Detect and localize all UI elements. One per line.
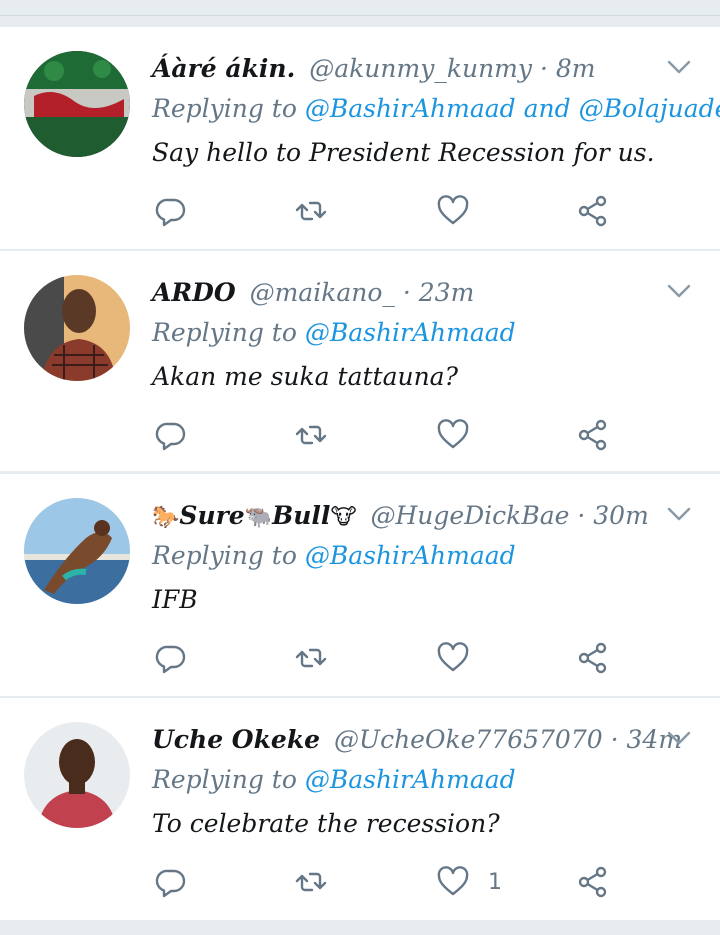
replying-to: Replying to @BashirAhmaad <box>152 540 516 572</box>
divider <box>0 15 720 16</box>
timestamp[interactable]: 23m <box>419 278 475 307</box>
tweet-actions <box>152 193 622 233</box>
share-button[interactable] <box>576 640 610 676</box>
tweet-header: ARDO @maikano_ · 23m <box>152 277 650 309</box>
tweet-reply[interactable]: ARDO @maikano_ · 23m Replying to @Bashir… <box>0 251 720 471</box>
avatar[interactable] <box>24 498 130 604</box>
tweet-header: 🐎Sure🐃Bull🐮 @HugeDickBae · 30m <box>152 500 650 534</box>
replying-to: Replying to @BashirAhmaad <box>152 764 516 796</box>
reply-button[interactable] <box>154 640 188 676</box>
tweet-text: To celebrate the recession? <box>152 809 500 838</box>
chevron-down-icon[interactable] <box>666 504 692 524</box>
tweet-text: Akan me suka tattauna? <box>152 362 458 391</box>
retweet-icon <box>295 648 327 668</box>
user-handle[interactable]: @maikano_ <box>250 278 395 307</box>
separator: · <box>539 54 548 83</box>
retweet-button[interactable] <box>294 417 328 453</box>
like-icon <box>437 866 469 896</box>
user-handle[interactable]: @UcheOke77657070 <box>334 725 603 754</box>
mention-link[interactable]: @BashirAhmaad <box>305 541 516 570</box>
like-icon <box>437 419 469 449</box>
like-icon <box>437 642 469 672</box>
replying-label: Replying to <box>152 765 297 794</box>
horse-emoji: 🐎 <box>152 505 180 530</box>
avatar[interactable] <box>24 722 130 828</box>
user-handle[interactable]: @akunmy_kunmy <box>309 54 532 83</box>
share-icon <box>578 866 607 898</box>
separator: · <box>610 725 619 754</box>
like-button[interactable] <box>436 417 488 453</box>
tweet-actions <box>152 417 622 457</box>
top-strip <box>0 0 720 26</box>
chevron-down-icon[interactable] <box>666 728 692 748</box>
share-button[interactable] <box>576 193 610 229</box>
tweet-reply[interactable]: 🐎Sure🐃Bull🐮 @HugeDickBae · 30m Replying … <box>0 474 720 696</box>
like-count: 1 <box>488 869 502 895</box>
timestamp[interactable]: 8m <box>556 54 596 83</box>
mention-link[interactable]: @Bolajuade <box>579 94 720 123</box>
display-name[interactable]: Uche Okeke <box>152 725 320 754</box>
retweet-button[interactable] <box>294 864 328 900</box>
reply-icon <box>155 198 186 227</box>
chevron-down-icon[interactable] <box>666 57 692 77</box>
avatar[interactable] <box>24 275 130 381</box>
tweet-reply[interactable]: Áàré ákin. @akunmy_kunmy · 8m Replying t… <box>0 27 720 249</box>
separator: · <box>402 278 411 307</box>
share-icon <box>578 419 607 451</box>
display-name[interactable]: ARDO <box>152 278 236 307</box>
retweet-button[interactable] <box>294 193 328 229</box>
like-icon <box>437 195 469 225</box>
reply-button[interactable] <box>154 864 188 900</box>
retweet-button[interactable] <box>294 640 328 676</box>
like-button[interactable] <box>436 193 488 229</box>
tweet-actions: 1 <box>152 864 622 904</box>
reply-button[interactable] <box>154 417 188 453</box>
display-name[interactable]: Áàré ákin. <box>152 54 295 83</box>
separator: · <box>577 501 586 530</box>
retweet-icon <box>295 201 327 221</box>
tweet-text: IFB <box>152 585 198 614</box>
share-icon <box>578 195 607 227</box>
tweet-header: Uche Okeke @UcheOke77657070 · 34m <box>152 724 682 756</box>
display-name-part: Bull <box>272 501 331 530</box>
water-buffalo-emoji: 🐃 <box>244 505 273 530</box>
timestamp[interactable]: 30m <box>593 501 649 530</box>
chevron-down-icon[interactable] <box>666 281 692 301</box>
share-button[interactable] <box>576 864 610 900</box>
replying-label: Replying to <box>152 94 297 123</box>
user-handle[interactable]: @HugeDickBae <box>370 501 569 530</box>
tweet-reply[interactable]: Uche Okeke @UcheOke77657070 · 34m Replyi… <box>0 698 720 920</box>
retweet-icon <box>295 872 327 892</box>
reply-button[interactable] <box>154 193 188 229</box>
reply-icon <box>155 869 186 898</box>
like-button[interactable] <box>436 640 488 676</box>
cow-emoji: 🐮 <box>330 505 357 530</box>
replying-to: Replying to @BashirAhmaad <box>152 317 516 349</box>
reply-icon <box>155 422 186 451</box>
replying-label: Replying to <box>152 318 297 347</box>
tweet-header: Áàré ákin. @akunmy_kunmy · 8m <box>152 53 650 85</box>
conjunction: and <box>523 94 571 123</box>
mention-link[interactable]: @BashirAhmaad <box>305 318 516 347</box>
avatar[interactable] <box>24 51 130 157</box>
mention-link[interactable]: @BashirAhmaad <box>305 765 516 794</box>
reply-icon <box>155 645 186 674</box>
display-name[interactable]: 🐎Sure🐃Bull🐮 <box>152 501 356 530</box>
share-button[interactable] <box>576 417 610 453</box>
display-name-part: Sure <box>179 501 245 530</box>
retweet-icon <box>295 425 327 445</box>
share-icon <box>578 642 607 674</box>
tweet-text: Say hello to President Recession for us. <box>152 138 655 167</box>
replying-label: Replying to <box>152 541 297 570</box>
replying-to: Replying to @BashirAhmaad and @Bolajuade <box>152 93 720 125</box>
like-button[interactable]: 1 <box>436 864 502 900</box>
tweet-actions <box>152 640 622 680</box>
mention-link[interactable]: @BashirAhmaad <box>305 94 516 123</box>
